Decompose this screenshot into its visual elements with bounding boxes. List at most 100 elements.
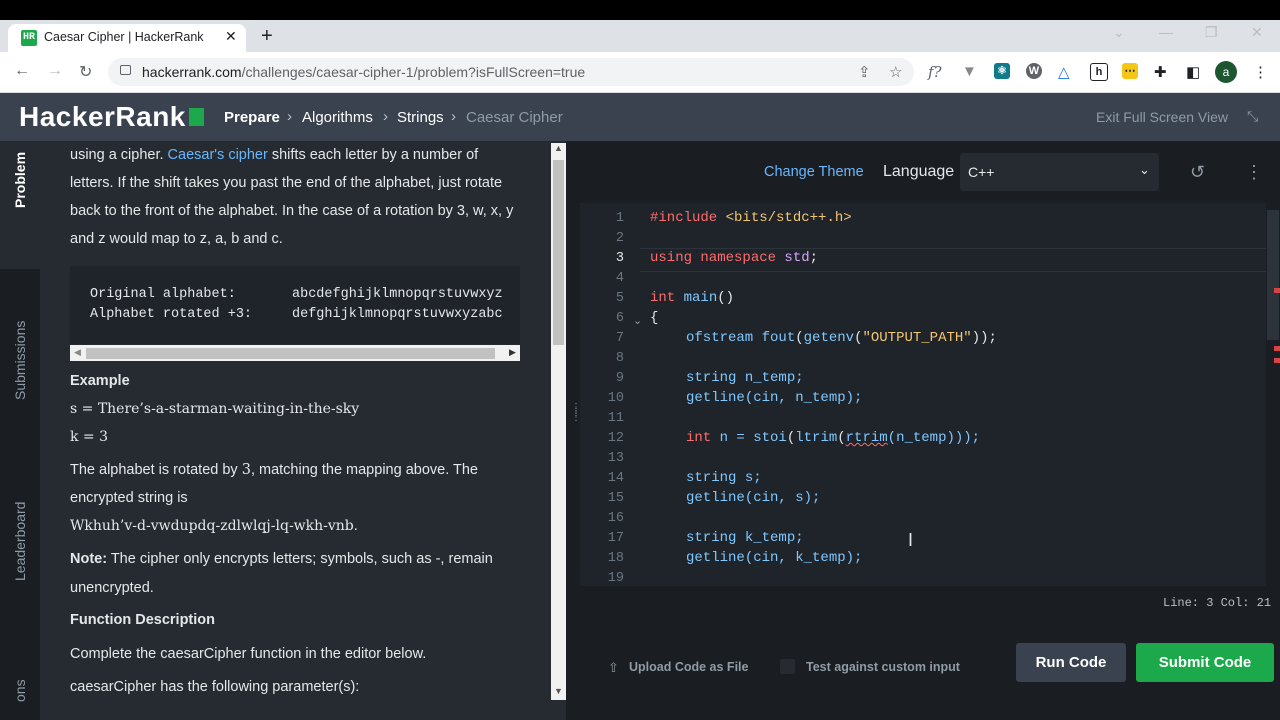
drive-extension-icon[interactable]: △ xyxy=(1058,63,1070,81)
upload-icon[interactable]: ⇧ xyxy=(608,660,619,676)
back-icon[interactable]: ← xyxy=(14,62,30,80)
editor-scroll-thumb[interactable] xyxy=(1267,210,1279,340)
share-icon[interactable]: ⇪ xyxy=(858,63,871,81)
error-marker xyxy=(1274,346,1280,351)
custom-input-label[interactable]: Test against custom input xyxy=(806,660,960,674)
breadcrumb-caesar-cipher: Caesar Cipher xyxy=(466,109,563,126)
problem-intro-line-1: using a cipher. Caesar's cipher shifts e… xyxy=(70,147,479,163)
profile-avatar[interactable]: a xyxy=(1215,61,1237,83)
react-extension-icon[interactable]: ⚛ xyxy=(994,63,1010,79)
chevron-down-icon[interactable]: ⌄ xyxy=(1139,162,1150,178)
breadcrumb-separator-icon: › xyxy=(451,108,456,125)
hackerrank-favicon-icon: HR xyxy=(21,30,37,46)
yellow-extension-icon[interactable]: ⋯ xyxy=(1122,63,1138,79)
alphabet-code-block xyxy=(70,266,520,344)
scroll-down-icon[interactable]: ▼ xyxy=(554,686,563,696)
code-line-3[interactable]: using namespace std; xyxy=(650,250,818,266)
problem-intro-line-3: back to the front of the alphabet. In th… xyxy=(70,203,514,219)
code-line-15[interactable]: getline(cin, s); xyxy=(686,490,820,506)
formula-extension-icon[interactable]: f? xyxy=(928,63,942,81)
hackerrank-logo[interactable]: HackerRank xyxy=(19,101,186,133)
code-line-6[interactable]: { xyxy=(650,310,658,326)
submit-code-button[interactable]: Submit Code xyxy=(1136,643,1274,682)
forward-icon[interactable]: → xyxy=(47,62,63,80)
code-block-scroll-thumb[interactable] xyxy=(86,348,495,359)
code-line-7[interactable]: ofstream fout(getenv("OUTPUT_PATH")); xyxy=(686,330,997,346)
reload-icon[interactable]: ↻ xyxy=(79,62,92,82)
upload-code-link[interactable]: Upload Code as File xyxy=(629,660,748,674)
line-number: 10 xyxy=(607,391,624,406)
fold-chevron-icon[interactable]: ⌄ xyxy=(633,314,642,327)
line-number: 17 xyxy=(607,531,624,546)
breadcrumb-algorithms[interactable]: Algorithms xyxy=(302,109,373,126)
line-number: 9 xyxy=(615,371,624,386)
custom-input-checkbox[interactable] xyxy=(780,659,795,674)
restore-icon[interactable]: ❐ xyxy=(1205,24,1218,41)
error-marker xyxy=(1274,288,1280,293)
example-heading: Example xyxy=(70,373,130,389)
panel-resize-divider[interactable] xyxy=(566,141,580,720)
code-line-12[interactable]: int n = stoi(ltrim(rtrim(n_temp))); xyxy=(686,430,980,446)
problem-intro-line-2: letters. If the shift takes you past the… xyxy=(70,175,503,191)
tab-submissions[interactable]: Submissions xyxy=(12,321,28,400)
more-options-icon[interactable]: ⋮ xyxy=(1245,162,1263,183)
function-description-heading: Function Description xyxy=(70,612,215,628)
code-line-9[interactable]: string n_temp; xyxy=(686,370,804,386)
breadcrumb-strings[interactable]: Strings xyxy=(397,109,444,126)
run-code-button[interactable]: Run Code xyxy=(1016,643,1126,682)
language-label: Language xyxy=(883,163,955,180)
screen-top-strip xyxy=(0,0,1280,20)
problem-intro-line-4: and z would map to z, a, b and c. xyxy=(70,231,283,247)
exit-fullscreen-link[interactable]: Exit Full Screen View xyxy=(1096,109,1228,125)
note-line-1: Note: The cipher only encrypts letters; … xyxy=(70,551,493,567)
line-number: 4 xyxy=(615,271,624,286)
code-line-17[interactable]: string k_temp; xyxy=(686,530,804,546)
new-tab-icon[interactable]: + xyxy=(261,25,273,48)
scroll-up-icon[interactable]: ▲ xyxy=(554,143,563,153)
function-description-text: Complete the caesarCipher function in th… xyxy=(70,646,427,662)
language-value[interactable]: C++ xyxy=(968,164,994,180)
funnel-extension-icon[interactable]: ▼ xyxy=(962,63,977,80)
side-panel-icon[interactable]: ◧ xyxy=(1186,63,1200,81)
example-s: s = There’s-a-starman-waiting-in-the-sky xyxy=(70,401,360,417)
reset-history-icon[interactable]: ↺ xyxy=(1190,162,1205,183)
exit-fullscreen-icon[interactable]: ⤡ xyxy=(1247,108,1258,125)
tab-discussions[interactable]: ons xyxy=(12,679,28,702)
breadcrumb-separator-icon: › xyxy=(383,108,388,125)
tab-problem[interactable]: Problem xyxy=(12,152,28,208)
line-number: 8 xyxy=(615,351,624,366)
line-number: 15 xyxy=(607,491,624,506)
problem-scroll-thumb[interactable] xyxy=(553,160,564,345)
example-k: k = 3 xyxy=(70,429,109,445)
scroll-right-icon[interactable]: ▶ xyxy=(509,347,516,358)
bookmark-star-icon[interactable]: ☆ xyxy=(889,63,902,81)
close-window-icon[interactable]: ✕ xyxy=(1251,24,1263,41)
h-extension-icon[interactable]: h xyxy=(1090,63,1108,81)
original-alphabet-value: abcdefghijklmnopqrstuvwxyz xyxy=(292,287,503,302)
parameters-text: caesarCipher has the following parameter… xyxy=(70,679,360,695)
line-number: 2 xyxy=(615,231,624,246)
rotated-alphabet-label: Alphabet rotated +3: xyxy=(90,307,253,322)
tab-close-icon[interactable]: ✕ xyxy=(225,28,237,45)
note-line-2: unencrypted. xyxy=(70,580,154,596)
extensions-puzzle-icon[interactable]: ✚ xyxy=(1154,63,1167,81)
lock-icon[interactable] xyxy=(120,65,131,75)
scroll-left-icon[interactable]: ◀ xyxy=(74,347,81,358)
breadcrumb-prepare[interactable]: Prepare xyxy=(224,109,280,126)
change-theme-link[interactable]: Change Theme xyxy=(764,164,864,180)
code-line-18[interactable]: getline(cin, k_temp); xyxy=(686,550,862,566)
caesar-cipher-link[interactable]: Caesar's cipher xyxy=(168,147,268,163)
browser-menu-icon[interactable]: ⋮ xyxy=(1253,63,1268,81)
encrypted-label: encrypted string is xyxy=(70,490,188,506)
wordpress-extension-icon[interactable]: W xyxy=(1026,63,1042,79)
code-line-14[interactable]: string s; xyxy=(686,470,762,486)
tab-search-icon[interactable]: ⌄ xyxy=(1113,24,1125,41)
tab-leaderboard[interactable]: Leaderboard xyxy=(12,502,28,581)
code-line-1[interactable]: #include <bits/stdc++.h> xyxy=(650,210,852,226)
code-line-5[interactable]: int main() xyxy=(650,290,734,306)
url-text[interactable]: hackerrank.com/challenges/caesar-cipher-… xyxy=(142,64,585,80)
encrypted-value-line: Wkhuh’v-d-vwdupdq-zdlwlqj-lq-wkh-vnb. xyxy=(70,518,358,534)
logo-green-block-icon xyxy=(189,108,204,126)
code-line-10[interactable]: getline(cin, n_temp); xyxy=(686,390,862,406)
minimize-icon[interactable]: — xyxy=(1159,24,1173,40)
